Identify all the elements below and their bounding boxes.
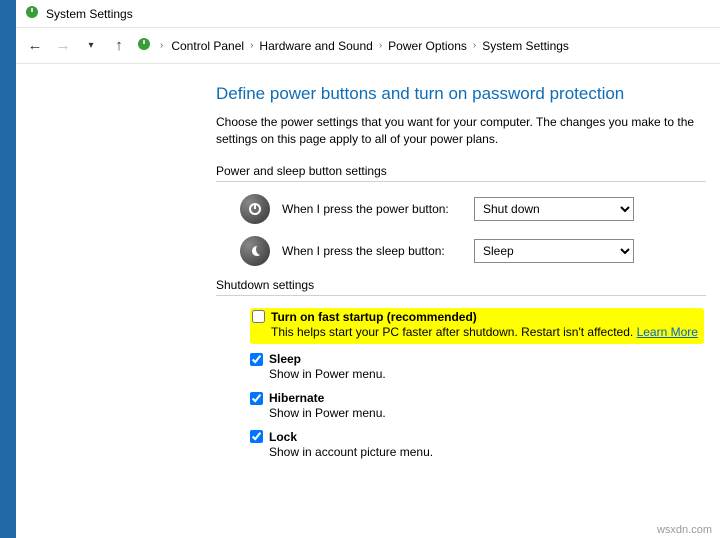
- fast-startup-desc: This helps start your PC faster after sh…: [271, 325, 633, 339]
- power-button-label: When I press the power button:: [282, 202, 462, 216]
- sleep-button-select[interactable]: Sleep: [474, 239, 634, 263]
- chevron-right-icon: ›: [471, 40, 478, 51]
- titlebar: System Settings: [16, 0, 720, 28]
- desktop-edge: [0, 0, 16, 538]
- lock-desc: Show in account picture menu.: [269, 444, 720, 461]
- fast-startup-checkbox[interactable]: [252, 310, 265, 323]
- sleep-item: Sleep Show in Power menu.: [250, 352, 720, 383]
- chevron-right-icon: ›: [248, 40, 255, 51]
- breadcrumb-item[interactable]: System Settings: [482, 39, 569, 53]
- shutdown-settings-heading: Shutdown settings: [216, 278, 706, 296]
- hibernate-desc: Show in Power menu.: [269, 405, 720, 422]
- hibernate-label: Hibernate: [269, 391, 324, 405]
- up-button[interactable]: ↑: [108, 35, 130, 57]
- breadcrumb: Control Panel › Hardware and Sound › Pow…: [171, 39, 569, 53]
- navbar: ← → ▾ ↑ › Control Panel › Hardware and S…: [16, 28, 720, 64]
- sleep-button-label: When I press the sleep button:: [282, 244, 462, 258]
- power-button-select[interactable]: Shut down: [474, 197, 634, 221]
- sleep-label: Sleep: [269, 352, 301, 366]
- window-title: System Settings: [46, 7, 133, 21]
- breadcrumb-item[interactable]: Control Panel: [171, 39, 244, 53]
- sleep-button-row: When I press the sleep button: Sleep: [240, 236, 720, 266]
- lock-checkbox[interactable]: [250, 430, 263, 443]
- power-options-icon: [24, 4, 40, 23]
- button-settings-heading: Power and sleep button settings: [216, 164, 706, 182]
- forward-button[interactable]: →: [52, 35, 74, 57]
- hibernate-checkbox[interactable]: [250, 392, 263, 405]
- sleep-checkbox[interactable]: [250, 353, 263, 366]
- breadcrumb-icon: [136, 36, 152, 55]
- hibernate-item: Hibernate Show in Power menu.: [250, 391, 720, 422]
- sleep-desc: Show in Power menu.: [269, 366, 720, 383]
- content: Define power buttons and turn on passwor…: [16, 64, 720, 538]
- page-description: Choose the power settings that you want …: [216, 114, 720, 148]
- power-button-row: When I press the power button: Shut down: [240, 194, 720, 224]
- system-settings-window: System Settings ← → ▾ ↑ › Control Panel …: [16, 0, 720, 538]
- fast-startup-label: Turn on fast startup (recommended): [271, 310, 477, 324]
- learn-more-link[interactable]: Learn More: [637, 325, 698, 339]
- shutdown-items: Turn on fast startup (recommended) This …: [250, 308, 720, 461]
- power-icon: [240, 194, 270, 224]
- highlight-annotation: Turn on fast startup (recommended) This …: [250, 308, 704, 345]
- lock-label: Lock: [269, 430, 297, 444]
- breadcrumb-item[interactable]: Hardware and Sound: [259, 39, 372, 53]
- chevron-right-icon: ›: [158, 40, 165, 51]
- moon-icon: [240, 236, 270, 266]
- back-button[interactable]: ←: [24, 35, 46, 57]
- breadcrumb-item[interactable]: Power Options: [388, 39, 467, 53]
- chevron-right-icon: ›: [377, 40, 384, 51]
- watermark: wsxdn.com: [657, 524, 712, 536]
- recent-dropdown[interactable]: ▾: [80, 35, 102, 57]
- fast-startup-item: Turn on fast startup (recommended) This …: [250, 308, 720, 345]
- page-heading: Define power buttons and turn on passwor…: [216, 84, 720, 104]
- lock-item: Lock Show in account picture menu.: [250, 430, 720, 461]
